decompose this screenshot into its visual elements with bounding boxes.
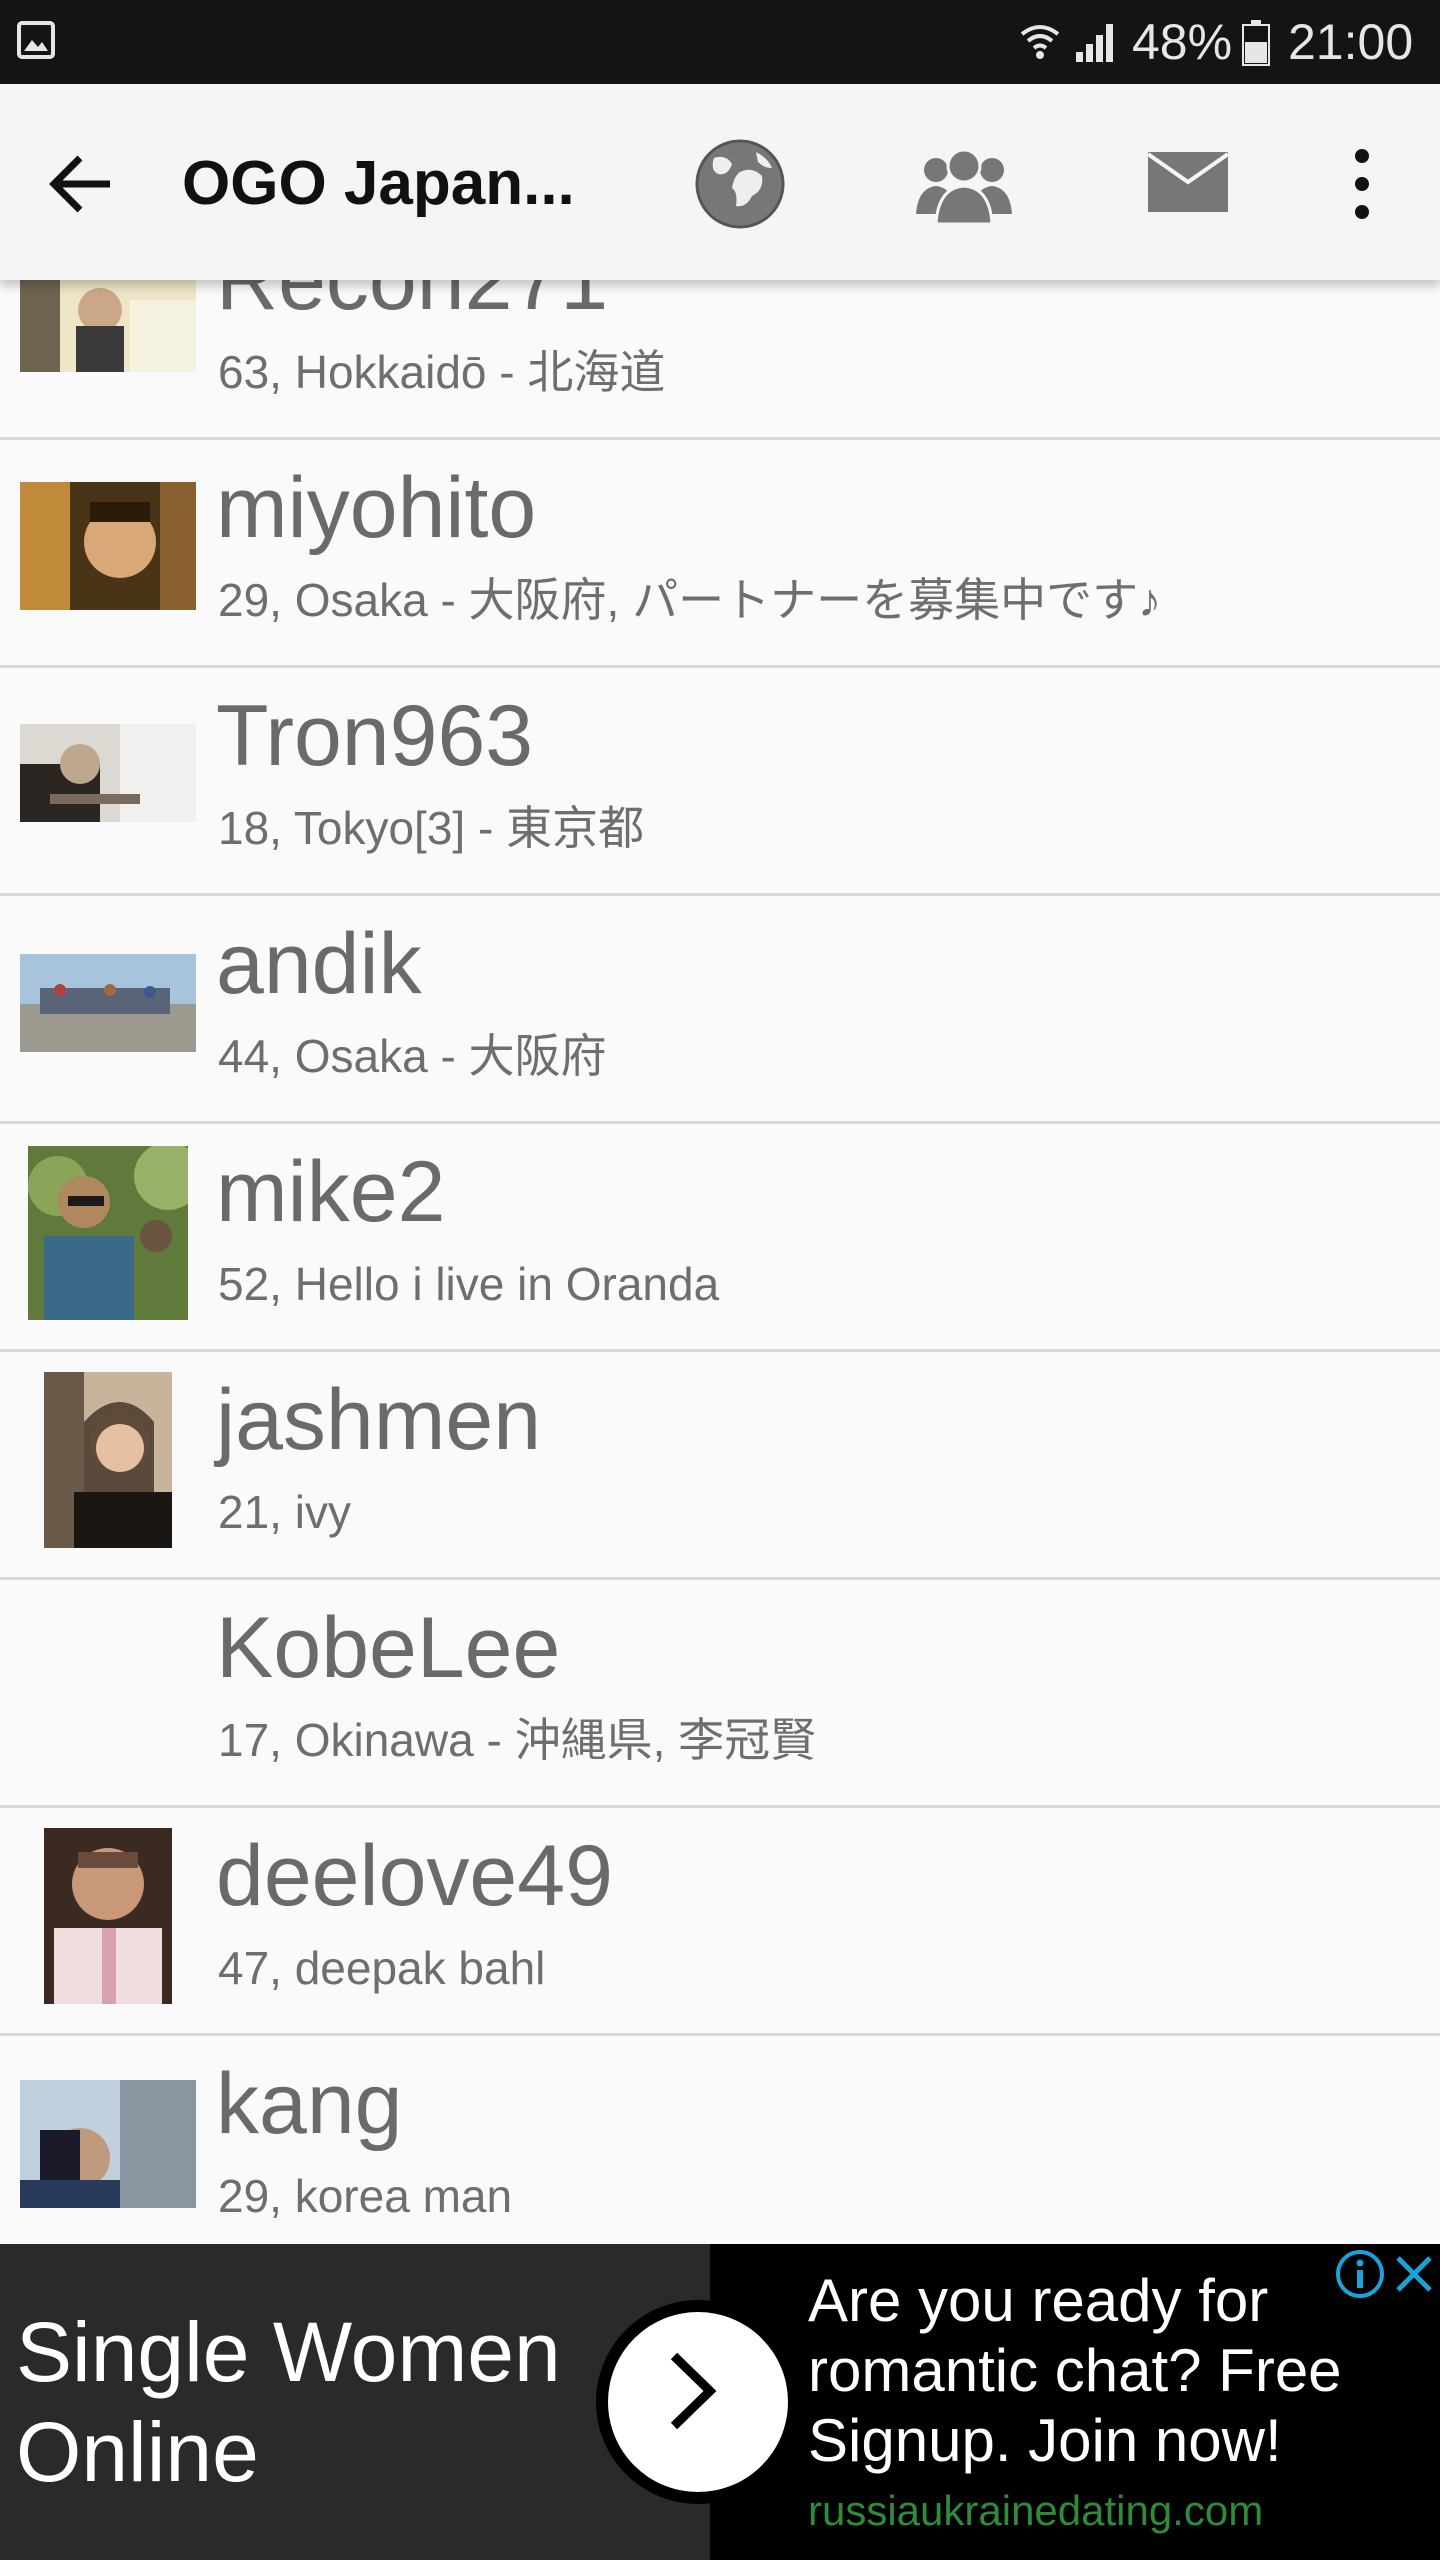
ad-info-icon[interactable] — [1334, 2248, 1386, 2300]
avatar — [28, 1146, 188, 1320]
user-detail: 21, ivy — [218, 1486, 351, 1538]
ad-headline[interactable]: Single Women Online — [16, 2302, 616, 2502]
avatar — [20, 2080, 196, 2208]
user-name: Recon271 — [216, 280, 609, 328]
user-detail: 47, deepak bahl — [218, 1942, 546, 1994]
mail-icon[interactable] — [1148, 152, 1228, 212]
avatar — [20, 724, 196, 822]
user-detail: 29, korea man — [218, 2170, 513, 2222]
ad-close-icon[interactable] — [1390, 2248, 1438, 2300]
list-item[interactable]: kang 29, korea man — [0, 2036, 1440, 2244]
chevron-right-icon — [670, 2352, 717, 2430]
user-name: miyohito — [216, 460, 537, 556]
list-item[interactable]: Tron963 18, Tokyo[3] - 東京都 — [0, 668, 1440, 896]
user-name: jashmen — [216, 1372, 542, 1468]
user-name: Tron963 — [216, 688, 534, 784]
page-title: OGO Japan... — [182, 149, 575, 218]
user-detail: 52, Hello i live in Oranda — [218, 1258, 720, 1310]
list-item[interactable]: Recon271 63, Hokkaidō - 北海道 — [0, 280, 1440, 440]
gallery-icon — [17, 21, 55, 59]
wifi-icon — [1020, 25, 1060, 59]
avatar — [20, 954, 196, 1052]
user-name: deelove49 — [216, 1828, 613, 1924]
people-icon[interactable] — [912, 144, 1016, 226]
user-detail: 17, Okinawa - 沖縄県, 李冠賢 — [218, 1714, 817, 1766]
list-item[interactable]: deelove49 47, deepak bahl — [0, 1808, 1440, 2036]
clock: 21:00 — [1288, 14, 1414, 70]
user-detail: 29, Osaka - 大阪府, パートナーを募集中です♪ — [218, 574, 1162, 626]
user-name: andik — [216, 916, 422, 1012]
globe-icon[interactable] — [692, 136, 788, 232]
user-detail: 18, Tokyo[3] - 東京都 — [218, 802, 645, 854]
avatar — [20, 482, 196, 610]
ad-domain: russiaukrainedating.com — [808, 2487, 1264, 2534]
avatar — [20, 280, 196, 372]
list-item[interactable]: KobeLee 17, Okinawa - 沖縄県, 李冠賢 — [0, 1580, 1440, 1808]
user-list: Recon271 63, Hokkaidō - 北海道 miyohito 29,… — [0, 280, 1440, 2244]
back-arrow-icon[interactable] — [44, 146, 120, 222]
user-detail: 44, Osaka - 大阪府 — [218, 1030, 607, 1082]
ad-banner[interactable]: Single Women Online Are you ready for ro… — [0, 2244, 1440, 2560]
ad-body-text: Are you ready for romantic chat? Free Si… — [808, 2267, 1342, 2474]
status-bar: 48% 21:00 — [0, 0, 1440, 84]
more-vert-icon[interactable] — [1340, 144, 1384, 224]
ad-open-button[interactable] — [596, 2300, 800, 2504]
list-item[interactable]: jashmen 21, ivy — [0, 1352, 1440, 1580]
user-detail: 63, Hokkaidō - 北海道 — [218, 346, 666, 398]
battery-icon — [1242, 20, 1270, 66]
avatar — [44, 1372, 172, 1548]
user-name: KobeLee — [216, 1600, 561, 1696]
list-item[interactable]: mike2 52, Hello i live in Oranda — [0, 1124, 1440, 1352]
avatar — [44, 1828, 172, 2004]
battery-percent: 48% — [1132, 14, 1233, 70]
list-item[interactable]: miyohito 29, Osaka - 大阪府, パートナーを募集中です♪ — [0, 440, 1440, 668]
signal-icon — [1076, 24, 1113, 62]
user-name: kang — [216, 2056, 403, 2152]
user-name: mike2 — [216, 1144, 446, 1240]
list-item[interactable]: andik 44, Osaka - 大阪府 — [0, 896, 1440, 1124]
app-toolbar: OGO Japan... — [0, 84, 1440, 280]
